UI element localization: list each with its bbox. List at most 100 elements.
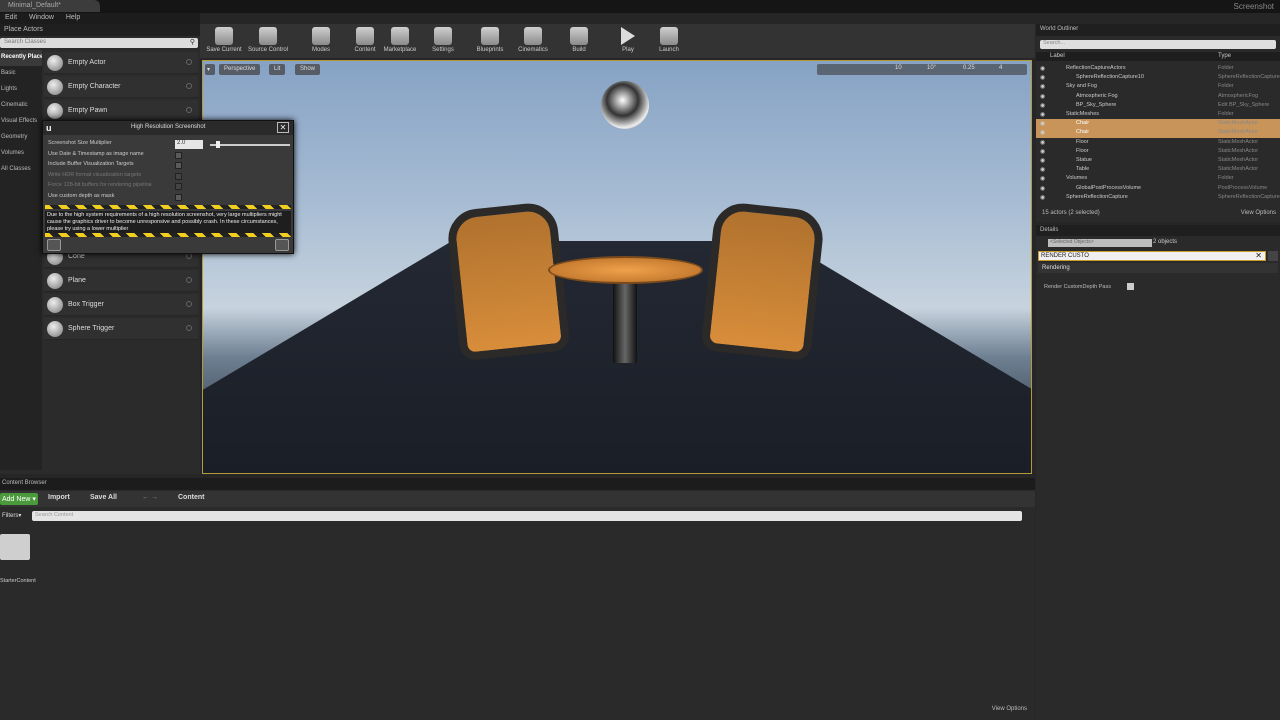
category-visual-effects[interactable]: Visual Effects [0,114,42,130]
grid-snap-value[interactable]: 10 [895,65,902,71]
size-multiplier-slider[interactable] [210,144,290,146]
outliner-row[interactable]: ◉ SphereReflectionCapture SphereReflection… [1036,193,1280,202]
menu-edit[interactable]: Edit [0,13,22,22]
play-button[interactable]: Play [614,24,642,58]
folder-icon[interactable] [0,534,30,560]
marketplace-button[interactable]: Marketplace [380,24,420,58]
modes-button[interactable]: Modes [304,24,338,58]
save-all-button[interactable]: Save All [90,494,117,501]
visibility-eye-icon[interactable]: ◉ [1040,175,1045,182]
details-search-input[interactable]: RENDER CUSTO ✕ [1038,251,1266,261]
menu-window[interactable]: Window [24,13,59,22]
actor-item[interactable]: Box Trigger [44,294,198,316]
type-column-header[interactable]: Type [1218,53,1231,59]
class-search-input[interactable]: Search Classes ⚲ [0,38,198,48]
visibility-eye-icon[interactable]: ◉ [1040,157,1045,164]
build-button[interactable]: Build [564,24,594,58]
show-button[interactable]: Show [295,64,321,75]
rendering-category[interactable]: Rendering [1038,263,1278,273]
visibility-eye-icon[interactable]: ◉ [1040,83,1045,90]
content-button[interactable]: Content [348,24,382,58]
outliner-row[interactable]: ◉ Chair StaticMeshActor [1036,128,1280,138]
content-view-options[interactable]: View Options [992,706,1027,712]
outliner-row[interactable]: ◉ Statue StaticMeshActor [1036,156,1280,165]
visibility-eye-icon[interactable]: ◉ [1040,194,1045,201]
outliner-row[interactable]: ◉ Floor StaticMeshActor [1036,138,1280,147]
visibility-eye-icon[interactable]: ◉ [1040,120,1045,127]
history-arrows-icon[interactable]: ← → [142,494,158,501]
world-outliner-tab[interactable]: World Outliner [1036,24,1280,36]
actor-item[interactable]: Sphere Trigger [44,318,198,340]
size-multiplier-input[interactable]: 2.0 [175,140,203,149]
region-select-button[interactable] [47,239,61,251]
level-tab[interactable]: Minimal_Default* [0,0,100,12]
scale-snap-value[interactable]: 0.25 [963,65,975,71]
save-current-button[interactable]: Save Current [204,24,244,58]
filters-button[interactable]: Filters▾ [0,511,30,521]
clear-search-icon[interactable]: ✕ [1255,251,1262,260]
actor-item[interactable]: Plane [44,270,198,292]
chair-mesh-right[interactable] [700,200,826,362]
outliner-row[interactable]: ◉ Floor StaticMeshActor [1036,147,1280,156]
actor-item[interactable]: Empty Actor [44,52,198,74]
timestamp-checkbox[interactable] [175,152,182,159]
content-search-input[interactable]: Search Content [32,511,1022,521]
viewport-menu-button[interactable]: ▾ [205,64,215,75]
outliner-row[interactable]: ◉ GlobalPostProcessVolume PostProcessVolum… [1036,184,1280,193]
outliner-row[interactable]: ◉ ReflectionCaptureActors Folder [1036,64,1280,73]
cinematics-button[interactable]: Cinematics [514,24,552,58]
close-icon[interactable]: ✕ [277,122,289,133]
outliner-row[interactable]: ◉ BP_Sky_Sphere Edit BP_Sky_Sphere [1036,101,1280,110]
details-tab[interactable]: Details [1036,225,1280,236]
launch-button[interactable]: Launch [654,24,684,58]
level-viewport[interactable]: ▾ Perspective Lit Show 10 10° 0.25 4 [202,60,1032,474]
capture-button[interactable] [275,239,289,251]
category-basic[interactable]: Basic [0,66,42,82]
camera-speed-value[interactable]: 4 [999,65,1002,71]
slider-handle[interactable] [216,141,220,148]
outliner-row[interactable]: ◉ SphereReflectionCapture10 SphereReflecti… [1036,73,1280,82]
add-new-button[interactable]: Add New ▾ [0,493,38,505]
visibility-eye-icon[interactable]: ◉ [1040,185,1045,192]
actor-item[interactable]: Empty Pawn [44,100,198,122]
angle-snap-value[interactable]: 10° [927,65,936,71]
visibility-eye-icon[interactable]: ◉ [1040,139,1045,146]
category-cinematic[interactable]: Cinematic [0,98,42,114]
visibility-eye-icon[interactable]: ◉ [1040,74,1045,81]
custom-depth-checkbox[interactable] [175,194,182,201]
outliner-row[interactable]: ◉ Chair StaticMeshActor [1036,119,1280,129]
outliner-row[interactable]: ◉ Table StaticMeshActor [1036,165,1280,174]
visibility-eye-icon[interactable]: ◉ [1040,102,1045,109]
category-geometry[interactable]: Geometry [0,130,42,146]
content-browser-tab[interactable]: Content Browser [0,478,1035,490]
menu-help[interactable]: Help [61,13,85,22]
category-all-classes[interactable]: All Classes [0,162,42,178]
actor-item[interactable]: Empty Character [44,76,198,98]
outliner-row[interactable]: ◉ Sky and Fog Folder [1036,82,1280,91]
settings-button[interactable]: Settings [426,24,460,58]
sky-sphere-gizmo[interactable] [601,81,649,129]
perspective-button[interactable]: Perspective [219,64,261,75]
category-volumes[interactable]: Volumes [0,146,42,162]
visibility-eye-icon[interactable]: ◉ [1040,65,1045,72]
buffer-vis-checkbox[interactable] [175,162,182,169]
blueprints-button[interactable]: Blueprints [472,24,508,58]
outliner-search-input[interactable]: Search... [1040,40,1276,49]
visibility-eye-icon[interactable]: ◉ [1040,111,1045,118]
outliner-row[interactable]: ◉ Atmospheric Fog AtmosphericFog [1036,92,1280,101]
path-content[interactable]: Content [178,494,204,501]
chair-mesh-left[interactable] [445,200,571,362]
place-actors-tab[interactable]: Place Actors [0,24,200,36]
label-column-header[interactable]: Label [1050,53,1065,59]
visibility-eye-icon[interactable]: ◉ [1040,166,1045,173]
category-recently-placed[interactable]: Recently Placed [0,50,42,66]
source-control-button[interactable]: Source Control [246,24,290,58]
outliner-view-options[interactable]: View Options [1241,210,1276,216]
visibility-eye-icon[interactable]: ◉ [1040,129,1045,136]
outliner-row[interactable]: ◉ StaticMeshes Folder [1036,110,1280,119]
import-button[interactable]: Import [48,494,70,501]
visibility-eye-icon[interactable]: ◉ [1040,93,1045,100]
grid-view-icon[interactable] [1268,251,1278,261]
lit-button[interactable]: Lit [269,64,286,75]
render-custom-depth-checkbox[interactable] [1127,283,1134,290]
